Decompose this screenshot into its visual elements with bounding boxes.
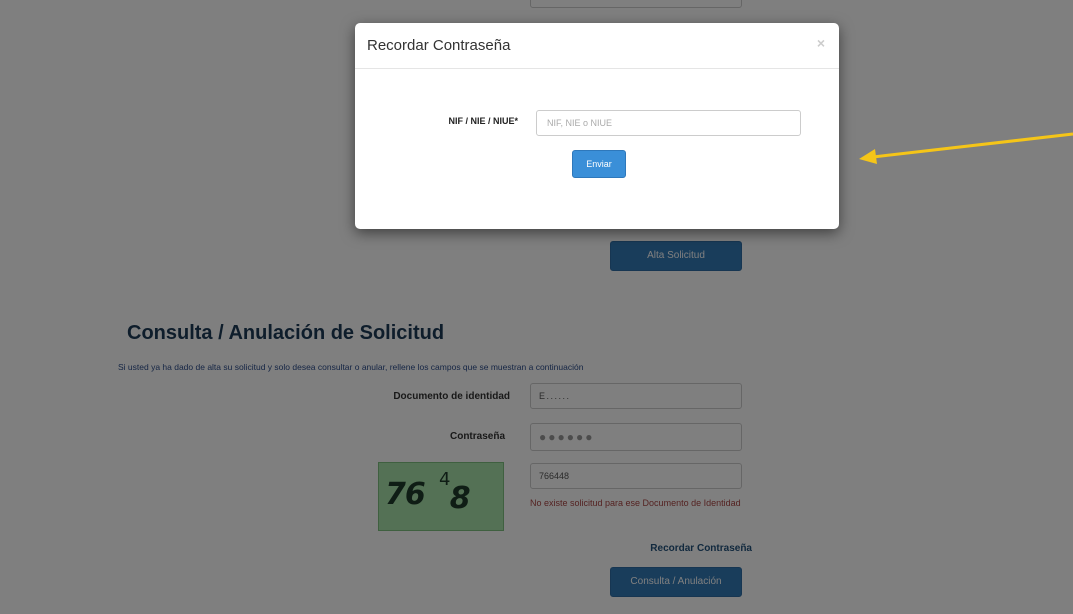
- modal-title: Recordar Contraseña: [367, 37, 511, 54]
- nif-label: NIF / NIE / NIUE*: [448, 116, 518, 126]
- enviar-button[interactable]: Enviar: [572, 150, 626, 178]
- annotation-arrow-icon: [859, 132, 1073, 164]
- nif-input[interactable]: NIF, NIE o NIUE: [536, 110, 801, 136]
- close-icon[interactable]: ×: [817, 35, 825, 51]
- modal-header: Recordar Contraseña ×: [355, 23, 839, 69]
